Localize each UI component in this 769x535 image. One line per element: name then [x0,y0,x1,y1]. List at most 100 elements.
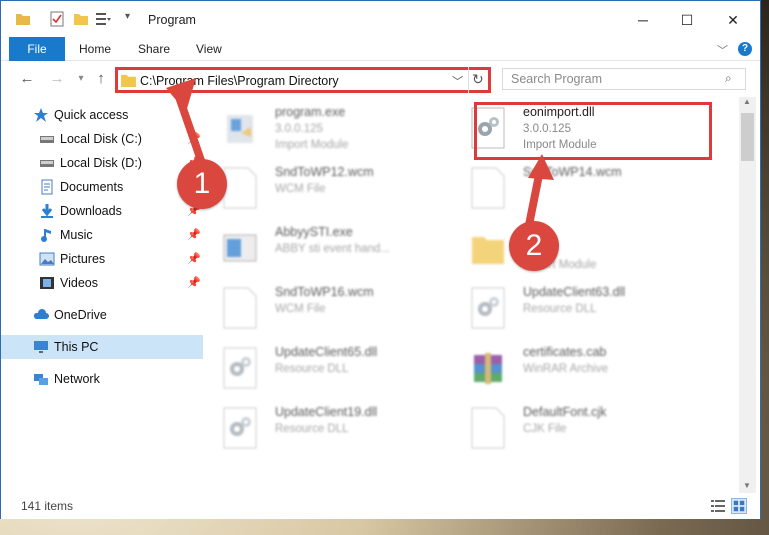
scroll-down-icon[interactable]: ▼ [743,481,751,490]
file-item[interactable]: DefaultFont.cjk CJK File [455,401,691,455]
file-item[interactable]: SndToWP12.wcm WCM File [207,161,443,215]
sidebar-item-videos[interactable]: Videos 📌 [1,271,203,295]
highlight-box [474,102,712,160]
scroll-up-icon[interactable]: ▲ [743,97,751,106]
videos-icon [40,277,54,289]
new-folder-icon[interactable] [73,11,89,27]
blank-file-icon [223,167,257,209]
file-name: UpdateClient63.dll [523,285,626,299]
blank-file-icon [471,167,505,209]
file-name: DefaultFont.cjk [523,405,607,419]
sidebar-item-label: Local Disk (C:) [60,132,142,146]
folder-icon [16,14,30,25]
file-item[interactable]: SndToWP16.wcm WCM File [207,281,443,335]
dll-gear-icon [223,347,257,389]
sidebar-item-label: Downloads [60,204,122,218]
navigation-pane: Quick access Local Disk (C:) 📌 Local Disk (… [1,97,203,489]
blank-file-icon [223,287,257,329]
close-button[interactable]: ✕ [713,7,753,33]
file-name: UpdateClient19.dll [275,405,378,419]
blank-file-icon [471,407,505,449]
cloud-icon [33,309,49,319]
tab-file[interactable]: File [9,37,65,61]
file-item[interactable]: program.exe 3.0.0.125 Import Module [207,101,443,155]
search-icon[interactable]: ⌕ [725,71,732,86]
maximize-button[interactable]: ☐ [667,7,707,33]
app-icon [223,234,257,262]
sidebar-item-label: Music [60,228,93,242]
pc-icon [34,341,48,353]
back-arrow-icon[interactable]: ← [17,69,37,89]
file-item[interactable]: certificates.cab WinRAR Archive [455,341,691,395]
sidebar-item-onedrive[interactable]: OneDrive [1,303,203,327]
sidebar-item-downloads[interactable]: Downloads 📌 [1,199,203,223]
download-icon [41,204,53,218]
pin-icon[interactable]: 📌 [187,228,201,241]
file-detail: Resource DLL [523,303,597,315]
quick-access-dropdown-icon[interactable]: ▾ [125,11,130,22]
sidebar-item-network[interactable]: Network [1,367,203,391]
address-path[interactable]: C:\Program Files\Program Directory [140,74,339,88]
file-item[interactable]: UpdateClient19.dll Resource DLL [207,401,443,455]
expand-ribbon-icon[interactable]: ﹀ [717,42,728,58]
annotation-badge-1: 1 [177,159,227,209]
sidebar-item-label: Documents [60,180,124,194]
file-name: program.exe [275,105,346,119]
window-title: Program [148,13,196,27]
sidebar-item-label: Quick access [54,108,129,122]
pin-icon[interactable]: 📌 [187,252,201,265]
minimize-button[interactable]: ─ [623,7,663,33]
sidebar-item-local-disk-c[interactable]: Local Disk (C:) 📌 [1,127,203,151]
documents-icon [41,179,53,195]
folder-file-icon [472,237,504,264]
drive-icon [40,160,54,167]
sidebar-item-documents[interactable]: Documents📌 [1,175,203,199]
up-arrow-icon[interactable]: ↑ [91,69,111,89]
properties-icon[interactable] [49,11,65,27]
scrollbar-thumb[interactable] [741,113,754,161]
item-count: 141 items [21,499,74,513]
search-box[interactable]: Search Program ⌕ [502,68,746,90]
file-item[interactable]: 125Import Module [455,221,691,275]
search-input[interactable]: Search Program [511,72,602,86]
sidebar-item-music[interactable]: Music 📌 [1,223,203,247]
file-item[interactable]: UpdateClient63.dll Resource DLL [455,281,691,335]
star-icon [34,108,48,122]
sidebar-item-quick-access[interactable]: Quick access [1,103,203,127]
customize-icon[interactable] [95,11,111,27]
forward-arrow-icon[interactable]: → [47,69,67,89]
details-view-icon[interactable] [711,500,725,512]
sidebar-item-pictures[interactable]: Pictures 📌 [1,247,203,271]
file-item[interactable]: SndToWP14.wcm [455,161,691,215]
file-name: SndToWP12.wcm [275,165,374,179]
address-row: ← → ▾ ↑ C:\Program Files\Program Directo… [1,63,760,95]
pin-icon[interactable]: 📌 [187,132,201,145]
title-bar: ▾ Program ─ ☐ ✕ [1,1,760,37]
music-icon [41,229,51,242]
file-detail: WCM File [275,183,326,195]
help-icon[interactable]: ? [738,42,752,56]
sidebar-item-label: Pictures [60,252,106,266]
file-name: SndToWP14.wcm [523,165,622,179]
tab-share[interactable]: Share [138,37,170,61]
tab-view[interactable]: View [196,37,222,61]
file-item[interactable]: AbbyySTI.exe ABBY sti event hand... [207,221,443,275]
address-bar[interactable]: C:\Program Files\Program Directory ﹀ ↻ [115,67,491,93]
sidebar-item-local-disk-d[interactable]: Local Disk (D:)📌 [1,151,203,175]
vertical-scrollbar[interactable]: ▲ ▼ [739,97,756,493]
network-icon [34,374,48,385]
dll-gear-icon [471,287,505,329]
file-item[interactable]: UpdateClient65.dll Resource DLL [207,341,443,395]
drive-icon [40,136,54,143]
sidebar-item-label: OneDrive [54,308,107,322]
file-name: SndToWP16.wcm [275,285,374,299]
pin-icon[interactable]: 📌 [187,276,201,289]
refresh-icon[interactable]: ↻ [472,71,484,88]
file-detail: Resource DLL [275,363,349,375]
recent-locations-icon[interactable]: ▾ [71,69,91,89]
address-dropdown-icon[interactable]: ﹀ [452,73,463,89]
tab-home[interactable]: Home [79,37,111,61]
sidebar-item-this-pc[interactable]: This PC [1,335,203,359]
folder-icon [121,74,136,87]
large-icons-view-icon[interactable] [731,498,747,514]
